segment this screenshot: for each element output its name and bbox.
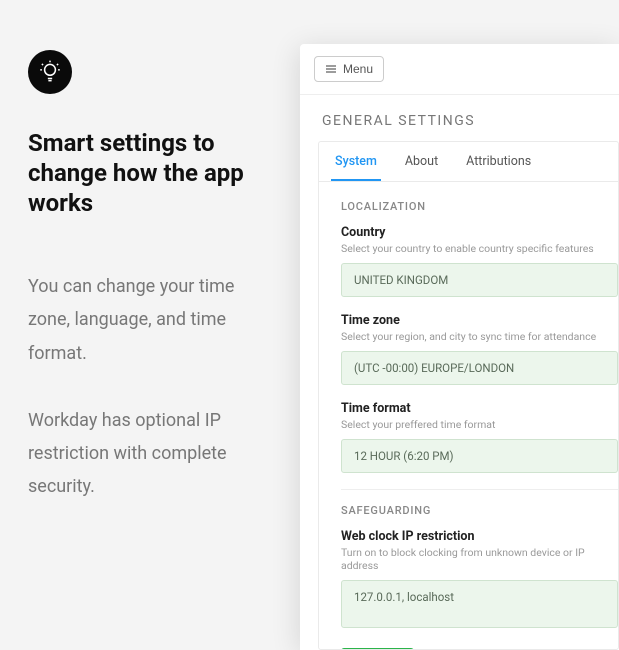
app-panel: Menu GENERAL SETTINGS System About Attri… (300, 0, 619, 650)
tab-system[interactable]: System (331, 142, 381, 181)
country-select[interactable]: UNITED KINGDOM (341, 263, 618, 297)
divider (341, 489, 619, 490)
lightbulb-icon (28, 50, 72, 94)
timeformat-hint: Select your preffered time format (341, 418, 618, 431)
iprestriction-hint: Turn on to block clocking from unknown d… (341, 546, 618, 572)
settings-card: System About Attributions LOCALIZATION C… (318, 141, 619, 650)
field-iprestriction: Web clock IP restriction Turn on to bloc… (341, 529, 618, 632)
country-hint: Select your country to enable country sp… (341, 242, 618, 255)
app-header: Menu (300, 44, 619, 95)
country-label: Country (341, 225, 618, 240)
timeformat-select[interactable]: 12 HOUR (6:20 PM) (341, 439, 618, 473)
tabs: System About Attributions (319, 142, 618, 182)
section-safeguarding: SAFEGUARDING (341, 504, 618, 517)
marketing-body: You can change your time zone, language,… (28, 270, 272, 504)
timezone-hint: Select your region, and city to sync tim… (341, 330, 618, 343)
timezone-label: Time zone (341, 313, 618, 328)
timezone-select[interactable]: (UTC -00:00) EUROPE/LONDON (341, 351, 618, 385)
card-body: LOCALIZATION Country Select your country… (319, 182, 618, 650)
marketing-panel: Smart settings to change how the app wor… (0, 0, 300, 650)
iprestriction-input[interactable] (341, 580, 618, 628)
marketing-title: Smart settings to change how the app wor… (28, 128, 272, 218)
section-localization: LOCALIZATION (341, 200, 618, 213)
timeformat-label: Time format (341, 401, 618, 416)
marketing-para-2: Workday has optional IP restriction with… (28, 404, 272, 504)
app-window: Menu GENERAL SETTINGS System About Attri… (300, 44, 619, 650)
tab-attributions[interactable]: Attributions (462, 142, 535, 181)
marketing-para-1: You can change your time zone, language,… (28, 270, 272, 370)
field-country: Country Select your country to enable co… (341, 225, 618, 297)
hamburger-icon (325, 63, 337, 75)
tab-about[interactable]: About (401, 142, 442, 181)
field-timeformat: Time format Select your preffered time f… (341, 401, 618, 473)
field-timezone: Time zone Select your region, and city t… (341, 313, 618, 385)
menu-button-label: Menu (343, 62, 373, 76)
iprestriction-label: Web clock IP restriction (341, 529, 618, 544)
page-title: GENERAL SETTINGS (300, 95, 619, 141)
menu-button[interactable]: Menu (314, 56, 384, 82)
